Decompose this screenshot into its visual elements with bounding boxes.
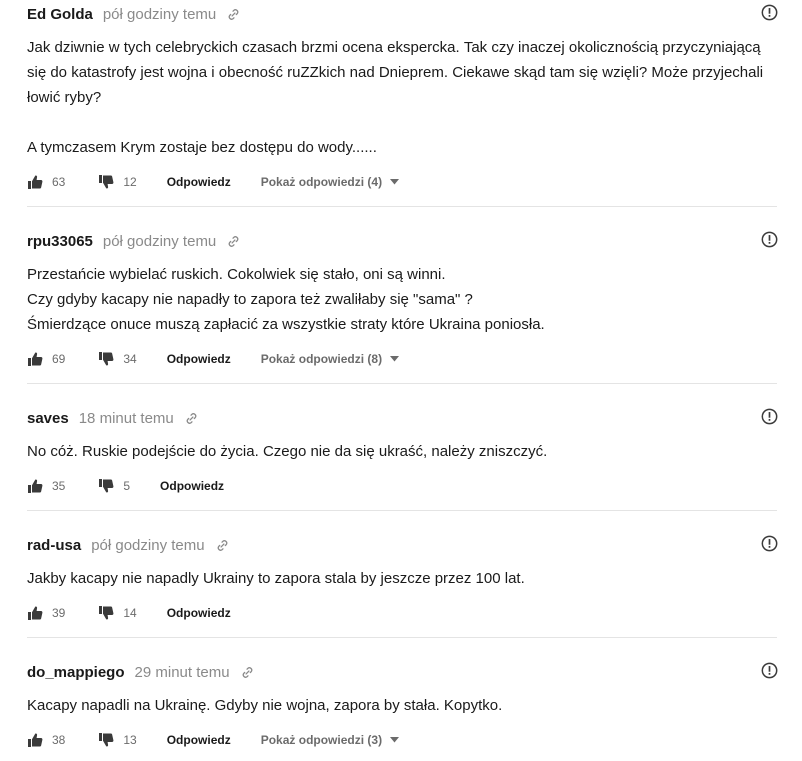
comment-author[interactable]: rpu33065	[27, 233, 93, 250]
show-replies-label: Pokaż odpowiedzi (4)	[260, 175, 383, 189]
reply-button[interactable]: Odpowiedz	[167, 733, 231, 747]
comment-actions: 39 14 Odpowiedz	[27, 603, 231, 623]
divider	[27, 206, 777, 207]
comment-text: Przestańcie wybielać ruskich. Cokolwiek …	[27, 266, 446, 283]
thumbs-up-icon	[28, 733, 43, 747]
comment-body: Kacapy napadli na Ukrainę. Gdyby nie woj…	[27, 693, 767, 718]
thumbs-up-icon	[28, 606, 43, 620]
chevron-down-icon	[390, 356, 400, 362]
dislike-button[interactable]: 14	[98, 605, 137, 621]
comment-time: pół godziny temu	[102, 5, 217, 23]
comment-text: No cóż. Ruskie podejście do życia. Czego…	[27, 443, 548, 460]
divider	[27, 383, 777, 384]
comment-actions: 63 12 Odpowiedz Pokaż odpowiedzi (4)	[27, 172, 400, 192]
thumbs-down-icon	[99, 175, 114, 189]
comment-text: Czy gdyby kacapy nie napadły to zapora t…	[27, 291, 473, 308]
dislike-button[interactable]: 13	[98, 732, 137, 748]
like-count: 38	[52, 733, 66, 747]
comment-text: Śmierdzące onuce muszą zapłacić za wszys…	[27, 316, 545, 333]
show-replies-button[interactable]: Pokaż odpowiedzi (3)	[260, 733, 400, 747]
comment-text	[27, 110, 767, 135]
dislike-button[interactable]: 5	[98, 478, 130, 494]
report-icon[interactable]	[761, 662, 778, 679]
comment-actions: 35 5 Odpowiedz	[27, 476, 224, 496]
reply-button[interactable]: Odpowiedz	[167, 352, 231, 366]
dislike-count: 12	[123, 175, 137, 189]
like-button[interactable]: 69	[27, 351, 65, 367]
comment-text: Jakby kacapy nie napadly Ukrainy to zapo…	[27, 570, 525, 587]
dislike-count: 34	[123, 352, 137, 366]
link-icon[interactable]	[215, 538, 230, 553]
comment-actions: 69 34 Odpowiedz Pokaż odpowiedzi (8)	[27, 349, 400, 369]
like-button[interactable]: 39	[27, 605, 65, 621]
comment-header: rad-usa pół godziny temu	[27, 533, 230, 557]
report-icon[interactable]	[761, 231, 778, 248]
link-icon[interactable]	[226, 7, 241, 22]
show-replies-button[interactable]: Pokaż odpowiedzi (8)	[260, 352, 400, 366]
comment-author[interactable]: Ed Golda	[27, 6, 93, 23]
reply-button[interactable]: Odpowiedz	[167, 606, 231, 620]
comment-author[interactable]: rad-usa	[27, 537, 81, 554]
reply-button[interactable]: Odpowiedz	[167, 175, 231, 189]
show-replies-label: Pokaż odpowiedzi (3)	[260, 733, 383, 747]
show-replies-label: Pokaż odpowiedzi (8)	[260, 352, 383, 366]
show-replies-button[interactable]: Pokaż odpowiedzi (4)	[260, 175, 400, 189]
like-button[interactable]: 63	[27, 174, 65, 190]
report-icon[interactable]	[761, 4, 778, 21]
thumbs-down-icon	[99, 606, 114, 620]
comment-header: saves 18 minut temu	[27, 406, 199, 430]
comment-time: 29 minut temu	[134, 663, 230, 681]
thumbs-down-icon	[99, 479, 114, 493]
comment-text: Kacapy napadli na Ukrainę. Gdyby nie woj…	[27, 697, 503, 714]
thumbs-down-icon	[99, 733, 114, 747]
comment-time: pół godziny temu	[91, 536, 205, 554]
comment-header: rpu33065 pół godziny temu	[27, 229, 241, 253]
dislike-count: 13	[123, 733, 137, 747]
thumbs-up-icon	[28, 479, 43, 493]
comment-header: Ed Golda pół godziny temu	[27, 2, 241, 26]
comment-body: Jak dziwnie w tych celebryckich czasach …	[27, 35, 767, 160]
comment-time: 18 minut temu	[78, 409, 174, 427]
dislike-count: 5	[123, 479, 131, 493]
comment-actions: 38 13 Odpowiedz Pokaż odpowiedzi (3)	[27, 730, 400, 750]
link-icon[interactable]	[240, 665, 255, 680]
link-icon[interactable]	[226, 234, 241, 249]
comment-text: A tymczasem Krym zostaje bez dostępu do …	[27, 139, 377, 156]
comment-body: Jakby kacapy nie napadly Ukrainy to zapo…	[27, 566, 767, 591]
divider	[27, 637, 777, 638]
comment-author[interactable]: do_mappiego	[27, 664, 125, 681]
chevron-down-icon	[390, 179, 400, 185]
comment-time: pół godziny temu	[102, 232, 217, 250]
like-button[interactable]: 35	[27, 478, 65, 494]
dislike-count: 14	[123, 606, 137, 620]
thumbs-down-icon	[99, 352, 114, 366]
like-count: 39	[52, 606, 66, 620]
comment-body: No cóż. Ruskie podejście do życia. Czego…	[27, 439, 767, 464]
comment-header: do_mappiego 29 minut temu	[27, 660, 255, 684]
dislike-button[interactable]: 12	[98, 174, 137, 190]
report-icon[interactable]	[761, 535, 778, 552]
comment-body: Przestańcie wybielać ruskich. Cokolwiek …	[27, 262, 767, 337]
report-icon[interactable]	[761, 408, 778, 425]
like-count: 69	[52, 352, 66, 366]
thumbs-up-icon	[28, 175, 43, 189]
like-count: 35	[52, 479, 66, 493]
chevron-down-icon	[390, 737, 400, 743]
comment-author[interactable]: saves	[27, 410, 69, 427]
link-icon[interactable]	[184, 411, 199, 426]
reply-button[interactable]: Odpowiedz	[160, 479, 224, 493]
like-button[interactable]: 38	[27, 732, 65, 748]
dislike-button[interactable]: 34	[98, 351, 137, 367]
like-count: 63	[52, 175, 66, 189]
divider	[27, 510, 777, 511]
thumbs-up-icon	[28, 352, 43, 366]
comment-text: Jak dziwnie w tych celebryckich czasach …	[27, 39, 764, 106]
